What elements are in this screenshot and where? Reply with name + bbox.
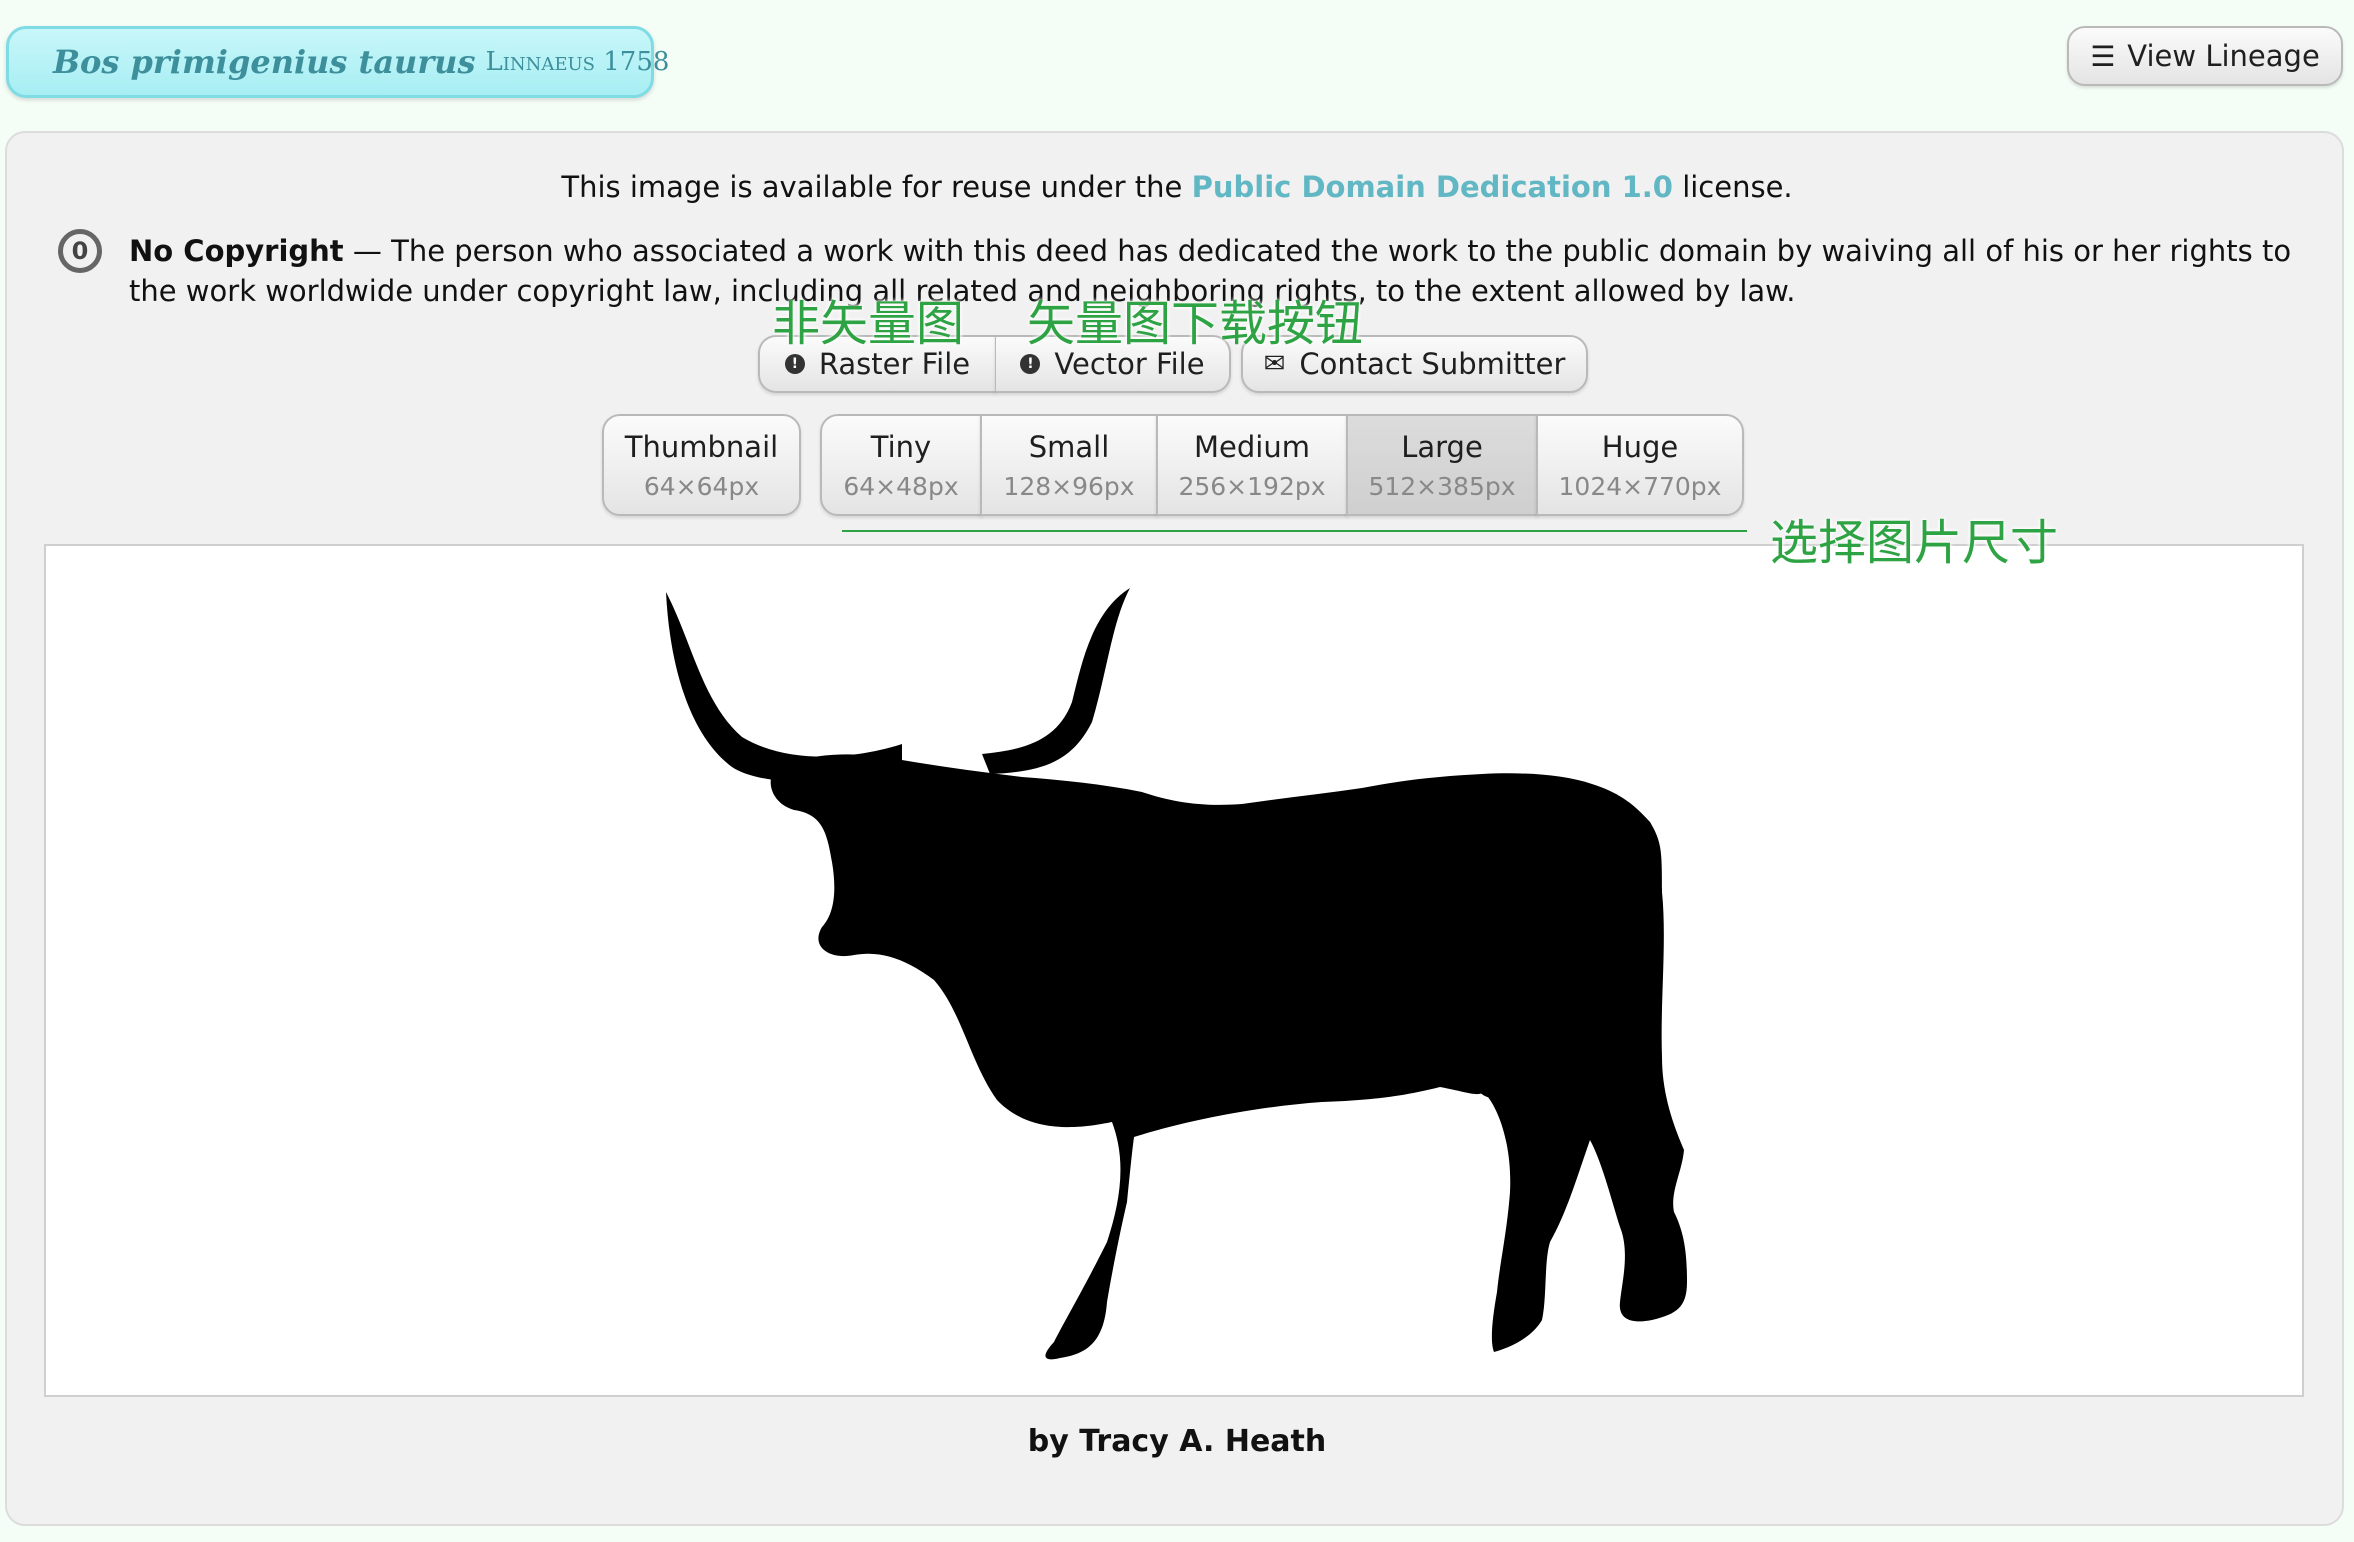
- download-icon: !: [784, 354, 805, 374]
- size-dims: 128×96px: [1003, 471, 1135, 501]
- license-link[interactable]: Public Domain Dedication 1.0: [1192, 170, 1673, 204]
- size-tiny-button[interactable]: Tiny 64×48px: [820, 414, 982, 516]
- view-lineage-label: View Lineage: [2127, 39, 2320, 73]
- size-annotation: 选择图片尺寸: [1770, 515, 2059, 571]
- size-dims: 512×385px: [1368, 471, 1516, 501]
- download-icon: !: [1020, 354, 1041, 374]
- size-name: Medium: [1194, 429, 1310, 464]
- size-dims: 64×48px: [843, 471, 959, 501]
- license-heading: No Copyright: [129, 234, 344, 268]
- silhouette-image-frame: [44, 544, 2304, 1397]
- license-suffix: license.: [1682, 170, 1793, 204]
- taxon-title[interactable]: Bos primigenius taurus Linnaeus 1758: [6, 26, 669, 98]
- scientific-name: Bos primigenius taurus: [53, 43, 476, 81]
- size-name: Small: [1028, 429, 1110, 464]
- taxon-authority: Linnaeus 1758: [485, 47, 670, 77]
- list-icon: ☰: [2090, 39, 2116, 73]
- image-credit: by Tracy A. Heath: [1027, 1424, 1327, 1459]
- license-prefix: This image is available for reuse under …: [561, 170, 1183, 204]
- size-name: Tiny: [870, 429, 932, 464]
- size-medium-button[interactable]: Medium 256×192px: [1156, 414, 1348, 516]
- size-dims: 64×64px: [643, 471, 760, 501]
- bull-silhouette: [666, 588, 1687, 1360]
- license-statement: This image is available for reuse under …: [0, 170, 2354, 204]
- vector-annotation: 矢量图下载按钮: [1027, 296, 1364, 352]
- size-name: Large: [1401, 429, 1483, 464]
- size-dims: 1024×770px: [1558, 471, 1722, 501]
- size-annotation-underline: [842, 530, 1747, 532]
- size-large-button[interactable]: Large 512×385px: [1346, 414, 1538, 516]
- size-dims: 256×192px: [1178, 471, 1326, 501]
- size-name: Huge: [1601, 429, 1679, 464]
- view-lineage-button[interactable]: ☰ View Lineage: [2067, 26, 2343, 86]
- size-small-button[interactable]: Small 128×96px: [980, 414, 1158, 516]
- size-huge-button[interactable]: Huge 1024×770px: [1536, 414, 1744, 516]
- size-name: Thumbnail: [624, 429, 779, 464]
- cc-zero-icon: 0: [58, 229, 102, 273]
- raster-annotation: 非矢量图: [772, 296, 965, 352]
- size-thumbnail-button[interactable]: Thumbnail 64×64px: [602, 414, 801, 516]
